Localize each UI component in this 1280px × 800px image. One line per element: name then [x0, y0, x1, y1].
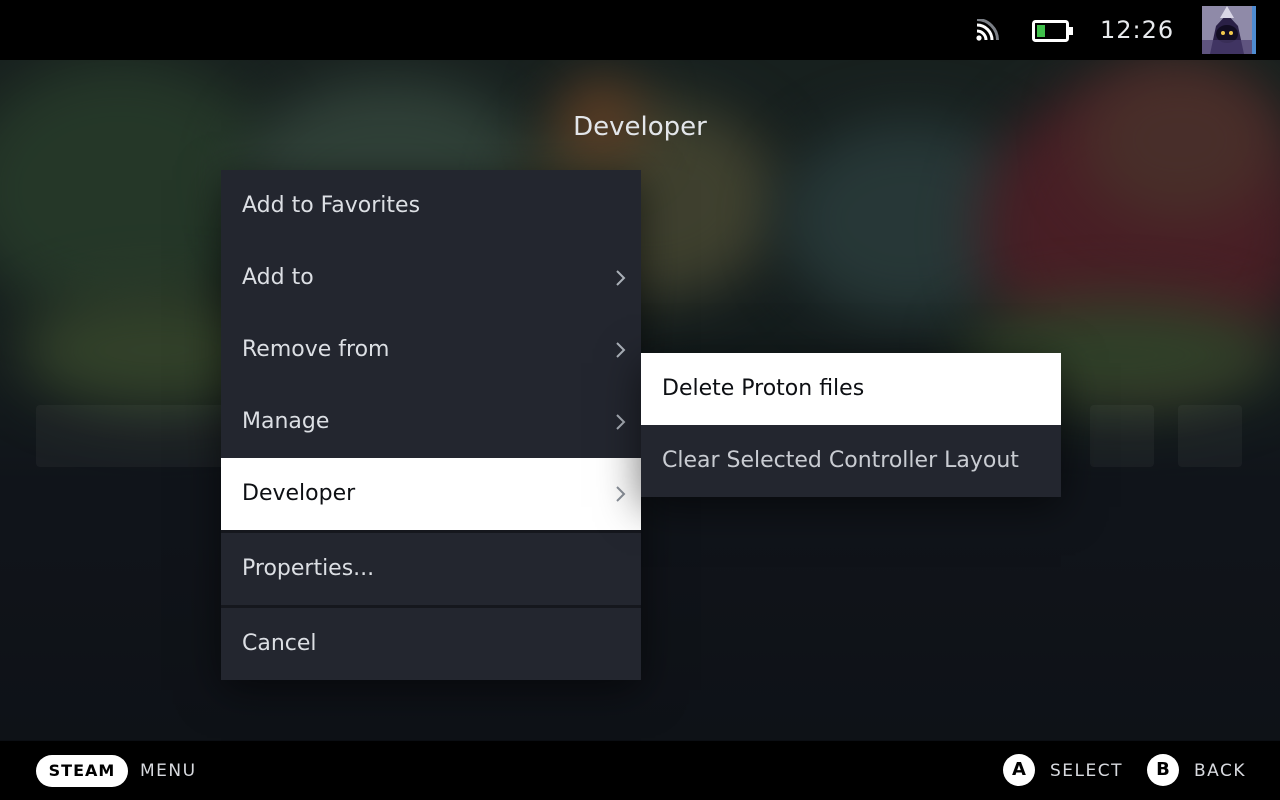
- chevron-right-icon: [616, 414, 626, 430]
- back-hint-label: BACK: [1194, 761, 1247, 781]
- menu-item-label: Cancel: [242, 631, 317, 656]
- menu-item-label: Developer: [242, 481, 356, 506]
- menu-item-label: Manage: [242, 409, 330, 434]
- submenu-item-label: Clear Selected Controller Layout: [662, 448, 1019, 473]
- submenu-item-label: Delete Proton files: [662, 376, 865, 401]
- select-hint-label: SELECT: [1050, 761, 1123, 781]
- menu-item-label: Remove from: [242, 337, 390, 362]
- menu-item-remove-from[interactable]: Remove from: [221, 314, 641, 386]
- chevron-right-icon: [616, 270, 626, 286]
- menu-item-manage[interactable]: Manage: [221, 386, 641, 458]
- settings-button-background: [1178, 405, 1242, 467]
- a-button-icon[interactable]: A: [1003, 754, 1035, 786]
- menu-item-add-to[interactable]: Add to: [221, 242, 641, 314]
- submenu-item-delete-proton-files[interactable]: Delete Proton files: [641, 353, 1061, 425]
- status-bar: 12:26: [0, 0, 1280, 60]
- b-button-icon[interactable]: B: [1147, 754, 1179, 786]
- avatar-image: [1202, 6, 1252, 54]
- menu-item-add-to-favorites[interactable]: Add to Favorites: [221, 170, 641, 242]
- steam-button[interactable]: STEAM: [36, 755, 128, 787]
- clock: 12:26: [1100, 16, 1175, 44]
- battery-icon: [1032, 20, 1073, 42]
- menu-item-label: Properties...: [242, 556, 375, 581]
- chevron-right-icon: [616, 486, 626, 502]
- menu-item-label: Add to Favorites: [242, 193, 421, 218]
- controller-button-background: [1090, 405, 1154, 467]
- menu-item-cancel[interactable]: Cancel: [221, 608, 641, 680]
- chevron-right-icon: [616, 342, 626, 358]
- play-button-background: [36, 405, 236, 467]
- wifi-icon: [976, 19, 999, 41]
- menu-hint-label: MENU: [140, 761, 197, 781]
- submenu-item-clear-controller-layout[interactable]: Clear Selected Controller Layout: [641, 425, 1061, 497]
- menu-item-properties[interactable]: Properties...: [221, 533, 641, 605]
- button-hint-bar: STEAM MENU A SELECT B BACK: [0, 741, 1280, 800]
- menu-item-label: Add to: [242, 265, 314, 290]
- avatar[interactable]: [1202, 6, 1256, 54]
- developer-submenu: Delete Proton files Clear Selected Contr…: [641, 353, 1061, 497]
- menu-title: Developer: [573, 112, 707, 142]
- menu-item-developer[interactable]: Developer: [221, 458, 641, 530]
- context-menu: Add to Favorites Add to Remove from Mana…: [221, 170, 641, 680]
